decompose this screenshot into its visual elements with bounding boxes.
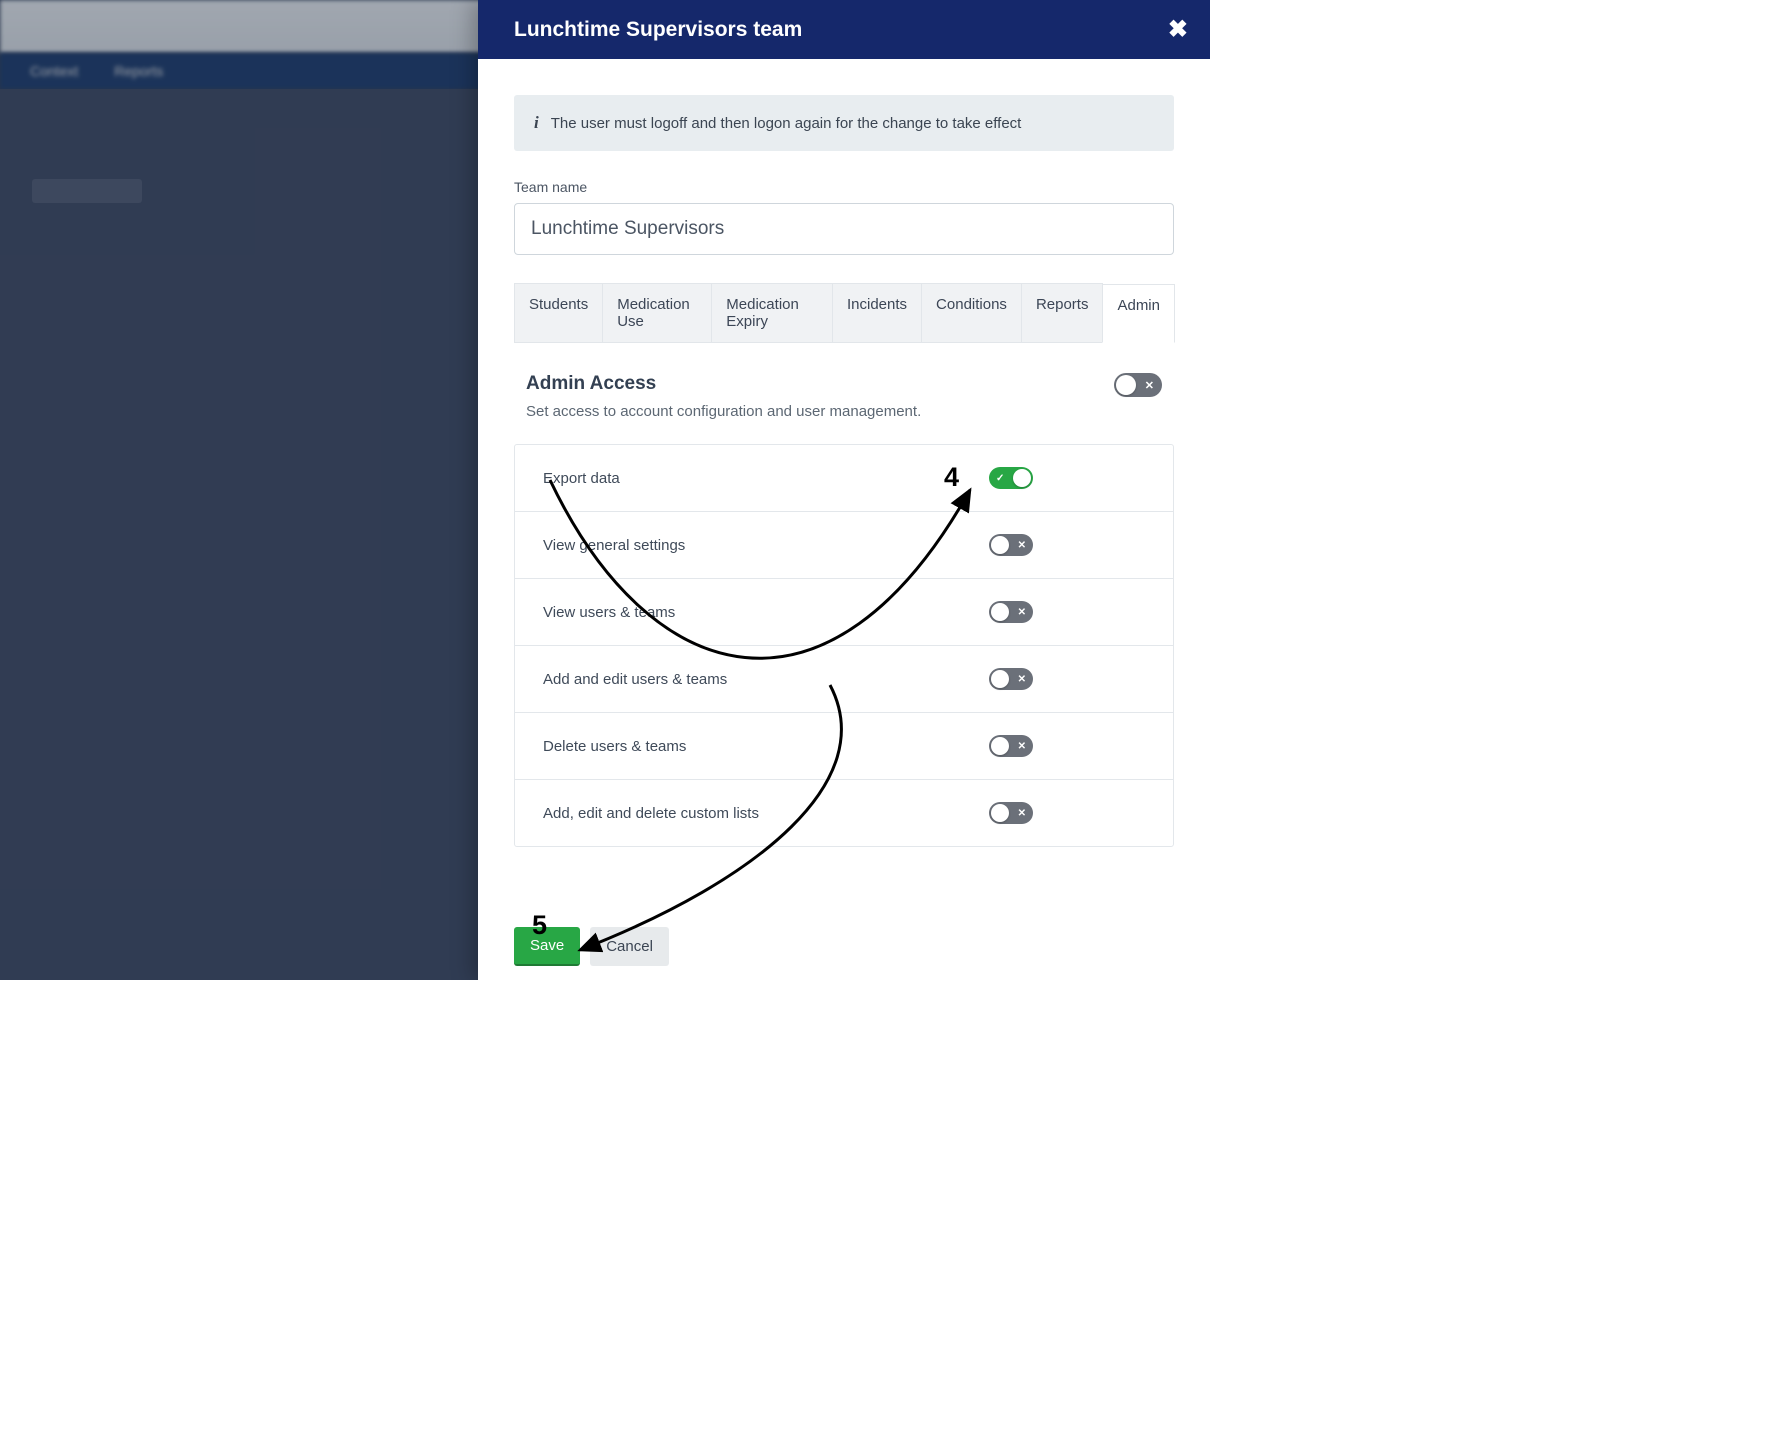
- permission-row: Add and edit users & teams: [515, 646, 1173, 713]
- permission-toggle[interactable]: [989, 467, 1033, 489]
- info-icon: i: [534, 113, 539, 133]
- permission-label: View general settings: [543, 537, 685, 554]
- panel-title: Lunchtime Supervisors team: [514, 18, 802, 42]
- close-icon[interactable]: ✖: [1168, 18, 1188, 42]
- info-banner: i The user must logoff and then logon ag…: [514, 95, 1174, 151]
- tab-conditions[interactable]: Conditions: [921, 283, 1022, 342]
- permission-toggle[interactable]: [989, 735, 1033, 757]
- team-name-input[interactable]: [514, 203, 1174, 255]
- permission-label: Export data: [543, 470, 620, 487]
- team-name-label: Team name: [514, 179, 1174, 195]
- permission-row: View general settings: [515, 512, 1173, 579]
- tab-students[interactable]: Students: [514, 283, 603, 342]
- tab-admin[interactable]: Admin: [1102, 284, 1175, 343]
- panel-header: Lunchtime Supervisors team ✖: [478, 0, 1210, 59]
- master-admin-toggle[interactable]: [1114, 373, 1162, 397]
- tab-medication-use[interactable]: Medication Use: [602, 283, 712, 342]
- save-button[interactable]: Save: [514, 927, 580, 966]
- permission-toggle[interactable]: [989, 534, 1033, 556]
- tab-incidents[interactable]: Incidents: [832, 283, 922, 342]
- tab-reports[interactable]: Reports: [1021, 283, 1104, 342]
- team-settings-panel: Lunchtime Supervisors team ✖ i The user …: [478, 0, 1210, 980]
- permissions-list: Export data View general settings View use…: [514, 444, 1174, 847]
- permission-label: Delete users & teams: [543, 738, 686, 755]
- tabs: StudentsMedication UseMedication ExpiryI…: [514, 283, 1174, 343]
- cancel-button[interactable]: Cancel: [590, 927, 669, 966]
- section-title: Admin Access: [526, 373, 921, 395]
- section-description: Set access to account configuration and …: [526, 403, 921, 420]
- permission-toggle[interactable]: [989, 601, 1033, 623]
- section-header: Admin Access Set access to account confi…: [514, 343, 1174, 420]
- tab-medication-expiry[interactable]: Medication Expiry: [711, 283, 833, 342]
- permission-row: Add, edit and delete custom lists: [515, 780, 1173, 846]
- info-message: The user must logoff and then logon agai…: [551, 115, 1022, 132]
- permission-label: Add, edit and delete custom lists: [543, 805, 759, 822]
- permission-toggle[interactable]: [989, 668, 1033, 690]
- permission-toggle[interactable]: [989, 802, 1033, 824]
- permission-row: View users & teams: [515, 579, 1173, 646]
- permission-row: Export data: [515, 445, 1173, 512]
- permission-label: Add and edit users & teams: [543, 671, 727, 688]
- panel-footer: Save Cancel: [478, 913, 1210, 980]
- permission-row: Delete users & teams: [515, 713, 1173, 780]
- permission-label: View users & teams: [543, 604, 675, 621]
